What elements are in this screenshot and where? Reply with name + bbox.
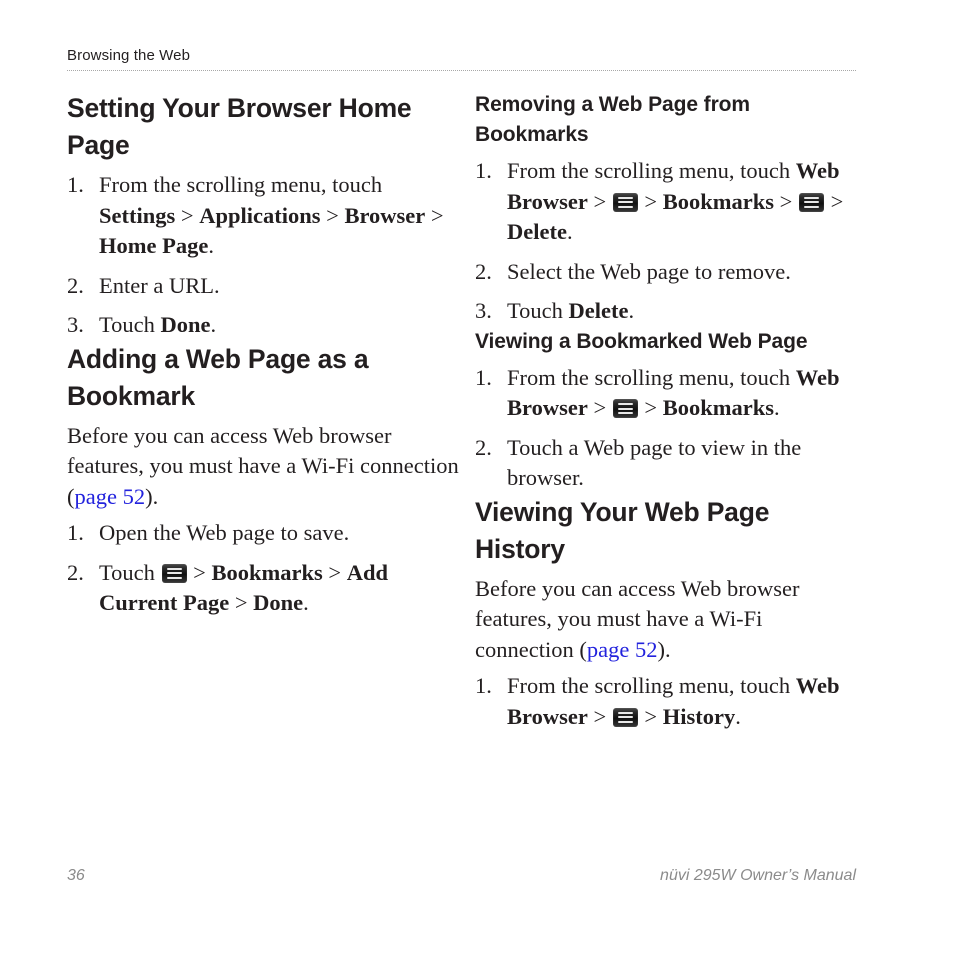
step-text: Open the Web page to save. [99, 520, 350, 545]
steps-setting-home-page: 1. From the scrolling menu, touch Setting… [67, 170, 461, 341]
ui-element-name: Applications [199, 202, 321, 228]
step-item: 2. Select the Web page to remove. [475, 257, 855, 288]
step-text: From the scrolling menu, touch Settings … [99, 172, 444, 258]
steps-viewing-bookmarked: 1. From the scrolling menu, touch Web Bro… [475, 363, 855, 494]
step-text: Touch Done. [99, 312, 217, 337]
step-number: 2. [67, 272, 84, 298]
path-separator: > [229, 590, 254, 615]
step-number: 2. [475, 434, 492, 460]
ui-element-name: History [662, 703, 736, 729]
step-text: From the scrolling menu, touch Web Brows… [507, 673, 840, 729]
step-item: 2. Touch > Bookmarks > Add Current Page >… [67, 558, 461, 619]
path-separator: > [824, 188, 844, 214]
content-columns: Setting Your Browser Home Page 1. From th… [67, 90, 856, 732]
page-reference-link[interactable]: page 52 [75, 484, 146, 509]
path-separator: > [187, 559, 212, 585]
path-separator: > [774, 188, 798, 214]
menu-icon [612, 192, 638, 212]
step-item: 2. Enter a URL. [67, 271, 461, 302]
step-text: Touch a Web page to view in the browser. [507, 434, 802, 491]
chapter-title: Browsing the Web [67, 47, 191, 64]
ui-element-name: Browser [344, 202, 426, 228]
step-number: 2. [67, 559, 84, 585]
step-text: From the scrolling menu, touch Web Brows… [507, 364, 840, 421]
step-text: Touch Delete. [507, 298, 635, 323]
step-item: 1. Open the Web page to save. [67, 518, 461, 549]
ui-element-name: Settings [99, 202, 176, 228]
header-divider [67, 70, 856, 71]
step-item: 1. From the scrolling menu, touch Web Bro… [475, 363, 855, 424]
page-header: Browsing the Web [67, 46, 856, 71]
path-separator: > [587, 395, 612, 420]
path-separator: > [638, 703, 663, 729]
path-separator: > [425, 202, 444, 228]
manual-page: Browsing the Web Setting Your Browser Ho… [0, 0, 954, 954]
left-column: Setting Your Browser Home Page 1. From th… [67, 90, 461, 732]
path-separator: > [322, 559, 347, 585]
step-item: 1. From the scrolling menu, touch Setting… [67, 170, 461, 262]
ui-element-name: Done [160, 312, 211, 337]
ui-element-name: Delete [507, 219, 567, 244]
step-number: 2. [475, 258, 492, 284]
step-item: 3. Touch Done. [67, 310, 461, 341]
step-number: 1. [67, 172, 84, 197]
path-separator: > [638, 395, 663, 420]
section-heading-setting-home-page: Setting Your Browser Home Page [67, 93, 412, 160]
ui-element-name: Bookmarks [662, 395, 775, 420]
steps-viewing-history: 1. From the scrolling menu, touch Web Bro… [475, 671, 855, 732]
step-number: 1. [475, 158, 492, 183]
step-item: 2. Touch a Web page to view in the browse… [475, 433, 855, 494]
ui-element-name: Delete [568, 298, 629, 323]
step-item: 1. From the scrolling menu, touch Web Bro… [475, 671, 855, 732]
menu-icon [612, 399, 638, 418]
right-column: Removing a Web Page from Bookmarks 1. Fro… [461, 90, 855, 732]
ui-element-name: Home Page [99, 233, 209, 258]
path-separator: > [587, 703, 612, 729]
steps-adding-bookmark: 1. Open the Web page to save. 2. Touch > Bo… [67, 518, 461, 619]
menu-icon [161, 563, 187, 583]
page-footer: 36 nüvi 295W Owner’s Manual [67, 866, 856, 886]
path-separator: > [638, 188, 663, 214]
step-text: Select the Web page to remove. [507, 258, 791, 284]
step-number: 1. [475, 364, 492, 390]
step-text: Enter a URL. [99, 272, 220, 298]
menu-icon [612, 707, 638, 727]
step-number: 1. [475, 673, 492, 698]
path-separator: > [320, 202, 345, 228]
menu-icon [798, 192, 824, 212]
ui-element-name: Bookmarks [662, 188, 775, 214]
ui-element-name: Bookmarks [211, 559, 323, 585]
step-number: 3. [475, 298, 492, 323]
path-separator: > [587, 188, 612, 214]
section-heading-removing-bookmark: Removing a Web Page from Bookmarks [475, 93, 750, 146]
step-item: 3. Touch Delete. [475, 296, 855, 327]
step-number: 1. [67, 520, 84, 545]
intro-viewing-history: Before you can access Web browser featur… [475, 575, 800, 662]
step-text: From the scrolling menu, touch Web Brows… [507, 158, 844, 244]
page-reference-link[interactable]: page 52 [587, 637, 658, 662]
step-text: Touch > Bookmarks > Add Current Page > D… [99, 559, 389, 616]
intro-adding-bookmark: Before you can access Web browser featur… [67, 422, 459, 509]
manual-title: nüvi 295W Owner’s Manual [660, 867, 856, 884]
ui-element-name: Done [253, 590, 304, 615]
page-number: 36 [67, 867, 85, 884]
section-heading-adding-bookmark: Adding a Web Page as a Bookmark [67, 343, 369, 411]
section-heading-viewing-history: Viewing Your Web Page History [475, 496, 770, 564]
step-item: 1. From the scrolling menu, touch Web Bro… [475, 156, 855, 248]
path-separator: > [175, 202, 200, 228]
step-number: 3. [67, 312, 84, 337]
section-heading-viewing-bookmarked: Viewing a Bookmarked Web Page [475, 329, 808, 353]
steps-removing-bookmark: 1. From the scrolling menu, touch Web Bro… [475, 156, 855, 327]
